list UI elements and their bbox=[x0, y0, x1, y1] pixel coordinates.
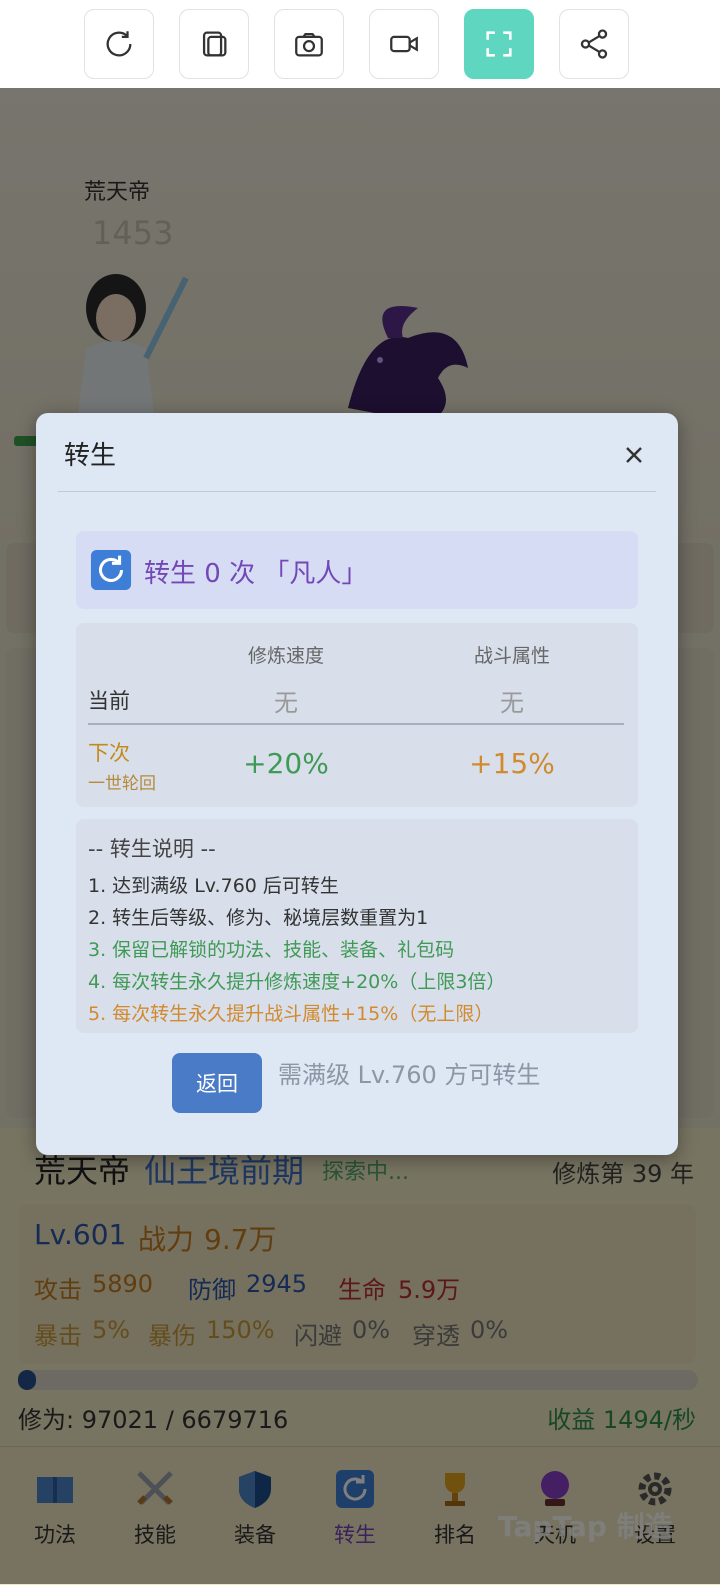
rebirth-requirement-hint: 需满级 Lv.760 方可转生 bbox=[278, 1061, 541, 1089]
record-button[interactable] bbox=[369, 9, 439, 79]
refresh-icon bbox=[106, 31, 132, 57]
rebirth-count-title: 转生 0 次 「凡人」 bbox=[144, 559, 368, 589]
next-speed: +20% bbox=[243, 747, 329, 780]
row-sublabel-next: 一世轮回 bbox=[88, 774, 156, 794]
note-item: 5. 每次转生永久提升战斗属性+15%（无上限） bbox=[88, 1003, 494, 1025]
notes-title: -- 转生说明 -- bbox=[88, 837, 216, 861]
rebirth-count-card: 转生 0 次 「凡人」 bbox=[76, 531, 638, 609]
copy-icon bbox=[202, 31, 227, 57]
share-icon bbox=[580, 29, 608, 59]
note-item: 2. 转生后等级、修为、秘境层数重置为1 bbox=[88, 907, 429, 929]
screenshot-button[interactable] bbox=[274, 9, 344, 79]
refresh-button[interactable] bbox=[84, 9, 154, 79]
note-item: 1. 达到满级 Lv.760 后可转生 bbox=[88, 875, 339, 897]
row-label-current: 当前 bbox=[88, 689, 130, 713]
top-toolbar bbox=[0, 0, 720, 89]
row-label-next: 下次 bbox=[88, 741, 130, 765]
video-icon bbox=[390, 35, 418, 53]
col-header-combat: 战斗属性 bbox=[473, 645, 550, 667]
current-combat: 无 bbox=[500, 689, 524, 717]
next-combat: +15% bbox=[469, 747, 555, 780]
fullscreen-icon bbox=[486, 31, 512, 57]
dialog-title: 转生 bbox=[64, 441, 117, 471]
table-divider bbox=[88, 723, 624, 725]
divider bbox=[58, 491, 656, 492]
note-item: 3. 保留已解锁的功法、技能、装备、礼包码 bbox=[88, 939, 455, 961]
camera-icon bbox=[295, 32, 323, 57]
close-icon bbox=[626, 447, 642, 463]
rebirth-bonus-table: 修炼速度 战斗属性 当前 无 无 下次 一世轮回 +20% +15% bbox=[76, 623, 638, 807]
rebirth-dialog: 转生 转生 0 次 「凡人」 修炼速度 战斗属性 当前 无 无 下次 一世轮回 … bbox=[36, 413, 678, 1155]
back-button[interactable]: 返回 bbox=[172, 1053, 262, 1113]
close-button[interactable] bbox=[614, 435, 654, 475]
rebirth-icon bbox=[90, 549, 132, 591]
rebirth-notes: -- 转生说明 -- 1. 达到满级 Lv.760 后可转生 2. 转生后等级、… bbox=[76, 819, 638, 1033]
copy-button[interactable] bbox=[179, 9, 249, 79]
share-button[interactable] bbox=[559, 9, 629, 79]
fullscreen-button[interactable] bbox=[464, 9, 534, 79]
note-item: 4. 每次转生永久提升修炼速度+20%（上限3倍） bbox=[88, 971, 506, 993]
current-speed: 无 bbox=[274, 689, 298, 717]
col-header-speed: 修炼速度 bbox=[247, 645, 324, 667]
